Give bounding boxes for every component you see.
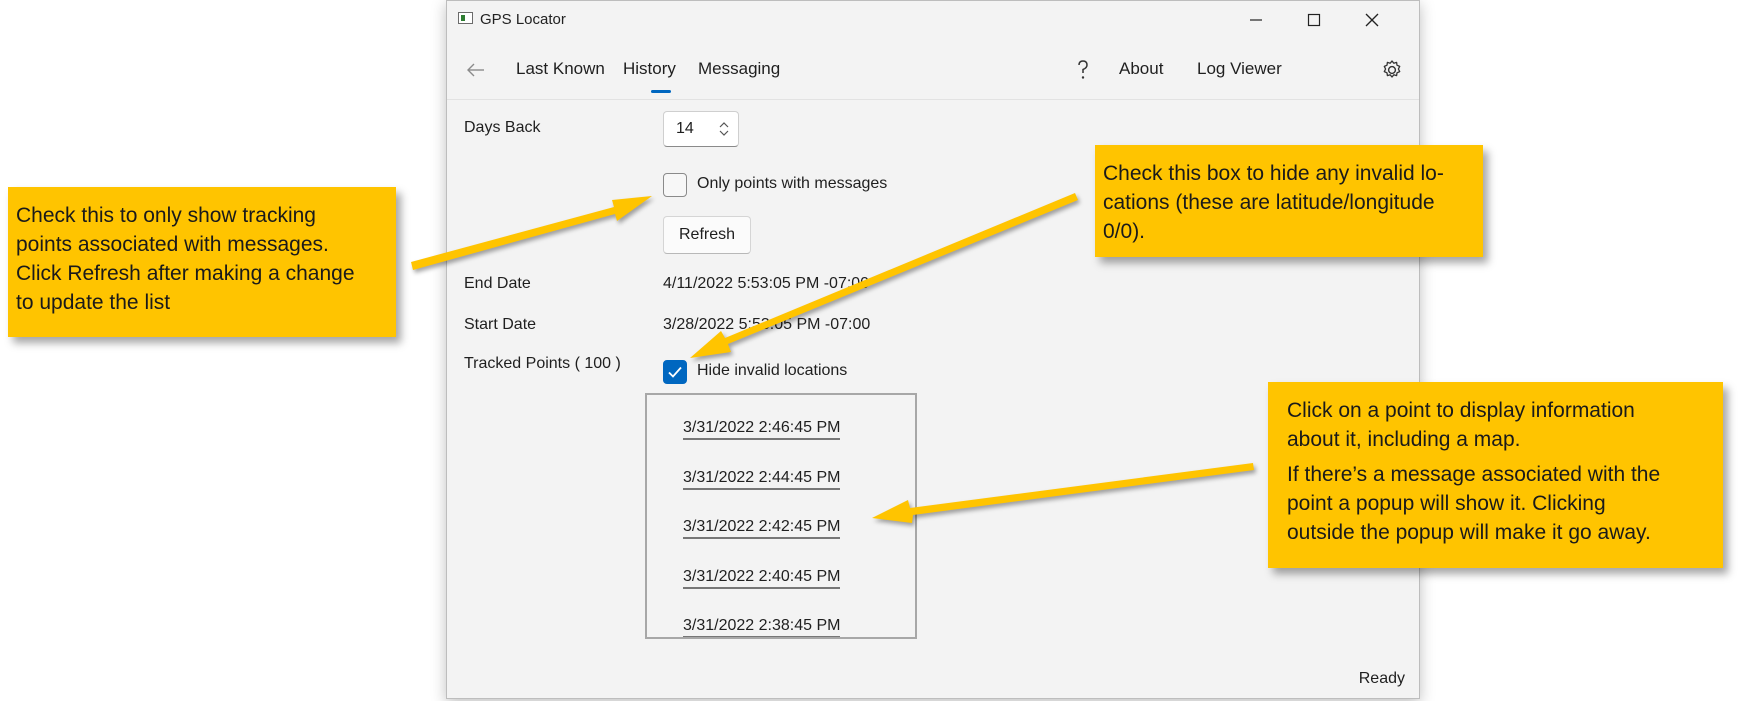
list-item[interactable]: 3/31/2022 2:40:45 PM [683,568,841,589]
app-icon [458,12,473,24]
callout-line: to update the list [16,291,171,314]
gear-icon[interactable] [1379,57,1405,83]
close-button[interactable] [1343,1,1401,39]
app-window: GPS Locator Last Known History Messaging… [446,0,1420,699]
callout-line: Check this to only show tracking [16,204,316,227]
tracked-points-label: Tracked Points ( 100 ) [464,355,621,372]
minimize-button[interactable] [1227,1,1285,39]
question-mark-icon[interactable] [1070,57,1096,83]
maximize-icon [1307,13,1321,27]
list-item[interactable]: 3/31/2022 2:46:45 PM [683,419,841,440]
log-viewer-button[interactable]: Log Viewer [1197,59,1282,79]
list-item[interactable]: 3/31/2022 2:38:45 PM [683,617,841,637]
list-item[interactable]: 3/31/2022 2:42:45 PM [683,518,841,539]
callout-line: Click Refresh after making a change [16,262,355,285]
list-item[interactable]: 3/31/2022 2:44:45 PM [683,469,841,490]
title-bar: GPS Locator [447,1,1419,39]
callout-hide-invalid: Check this box to hide any invalid lo- c… [1095,145,1483,257]
end-date-value: 4/11/2022 5:53:05 PM -07:00 [663,275,870,292]
callout-line: cations (these are latitude/longitude [1103,191,1435,214]
callout-line: points associated with messages. [16,233,329,256]
start-date-value: 3/28/2022 5:53:05 PM -07:00 [663,316,871,333]
close-icon [1365,13,1379,27]
window-title: GPS Locator [480,11,566,28]
end-date-label: End Date [464,275,531,292]
only-messages-checkbox[interactable] [663,173,687,197]
tab-history[interactable]: History [623,59,676,79]
start-date-label: Start Date [464,316,537,333]
days-back-input[interactable]: 14 [663,111,739,147]
callout-line: outside the popup will make it go away. [1287,521,1651,544]
callout-line: 0/0). [1103,220,1146,243]
only-messages-label[interactable]: Only points with messages [697,175,887,193]
hide-invalid-checkbox[interactable] [663,360,687,384]
hide-invalid-label[interactable]: Hide invalid locations [697,362,847,380]
callout-line: Click on a point to display information [1287,399,1635,422]
maximize-button[interactable] [1285,1,1343,39]
days-back-value: 14 [676,120,694,137]
minimize-icon [1250,19,1262,21]
callout-line: Check this box to hide any invalid lo- [1103,162,1444,185]
tab-messaging[interactable]: Messaging [698,59,780,79]
callout-line: If there’s a message associated with the [1287,463,1661,486]
callout-line: point a popup will show it. Clicking [1287,492,1606,515]
callout-line: about it, including a map. [1287,428,1521,451]
callout-points-list: Click on a point to display information … [1268,382,1723,568]
tab-last-known[interactable]: Last Known [516,59,605,79]
checkmark-icon [668,366,682,378]
about-button[interactable]: About [1119,59,1163,79]
navigation-bar: Last Known History Messaging About Log V… [447,41,1419,100]
callout-only-messages: Check this to only show tracking points … [8,187,396,337]
spinner-icon[interactable] [718,120,730,138]
selected-tab-indicator [651,90,671,93]
tracked-points-list[interactable]: 3/31/2022 2:46:45 PM 3/31/2022 2:44:45 P… [645,393,917,639]
refresh-button[interactable]: Refresh [663,216,751,254]
days-back-label: Days Back [464,119,541,136]
back-arrow-icon[interactable] [465,59,487,81]
status-text: Ready [1358,670,1405,687]
